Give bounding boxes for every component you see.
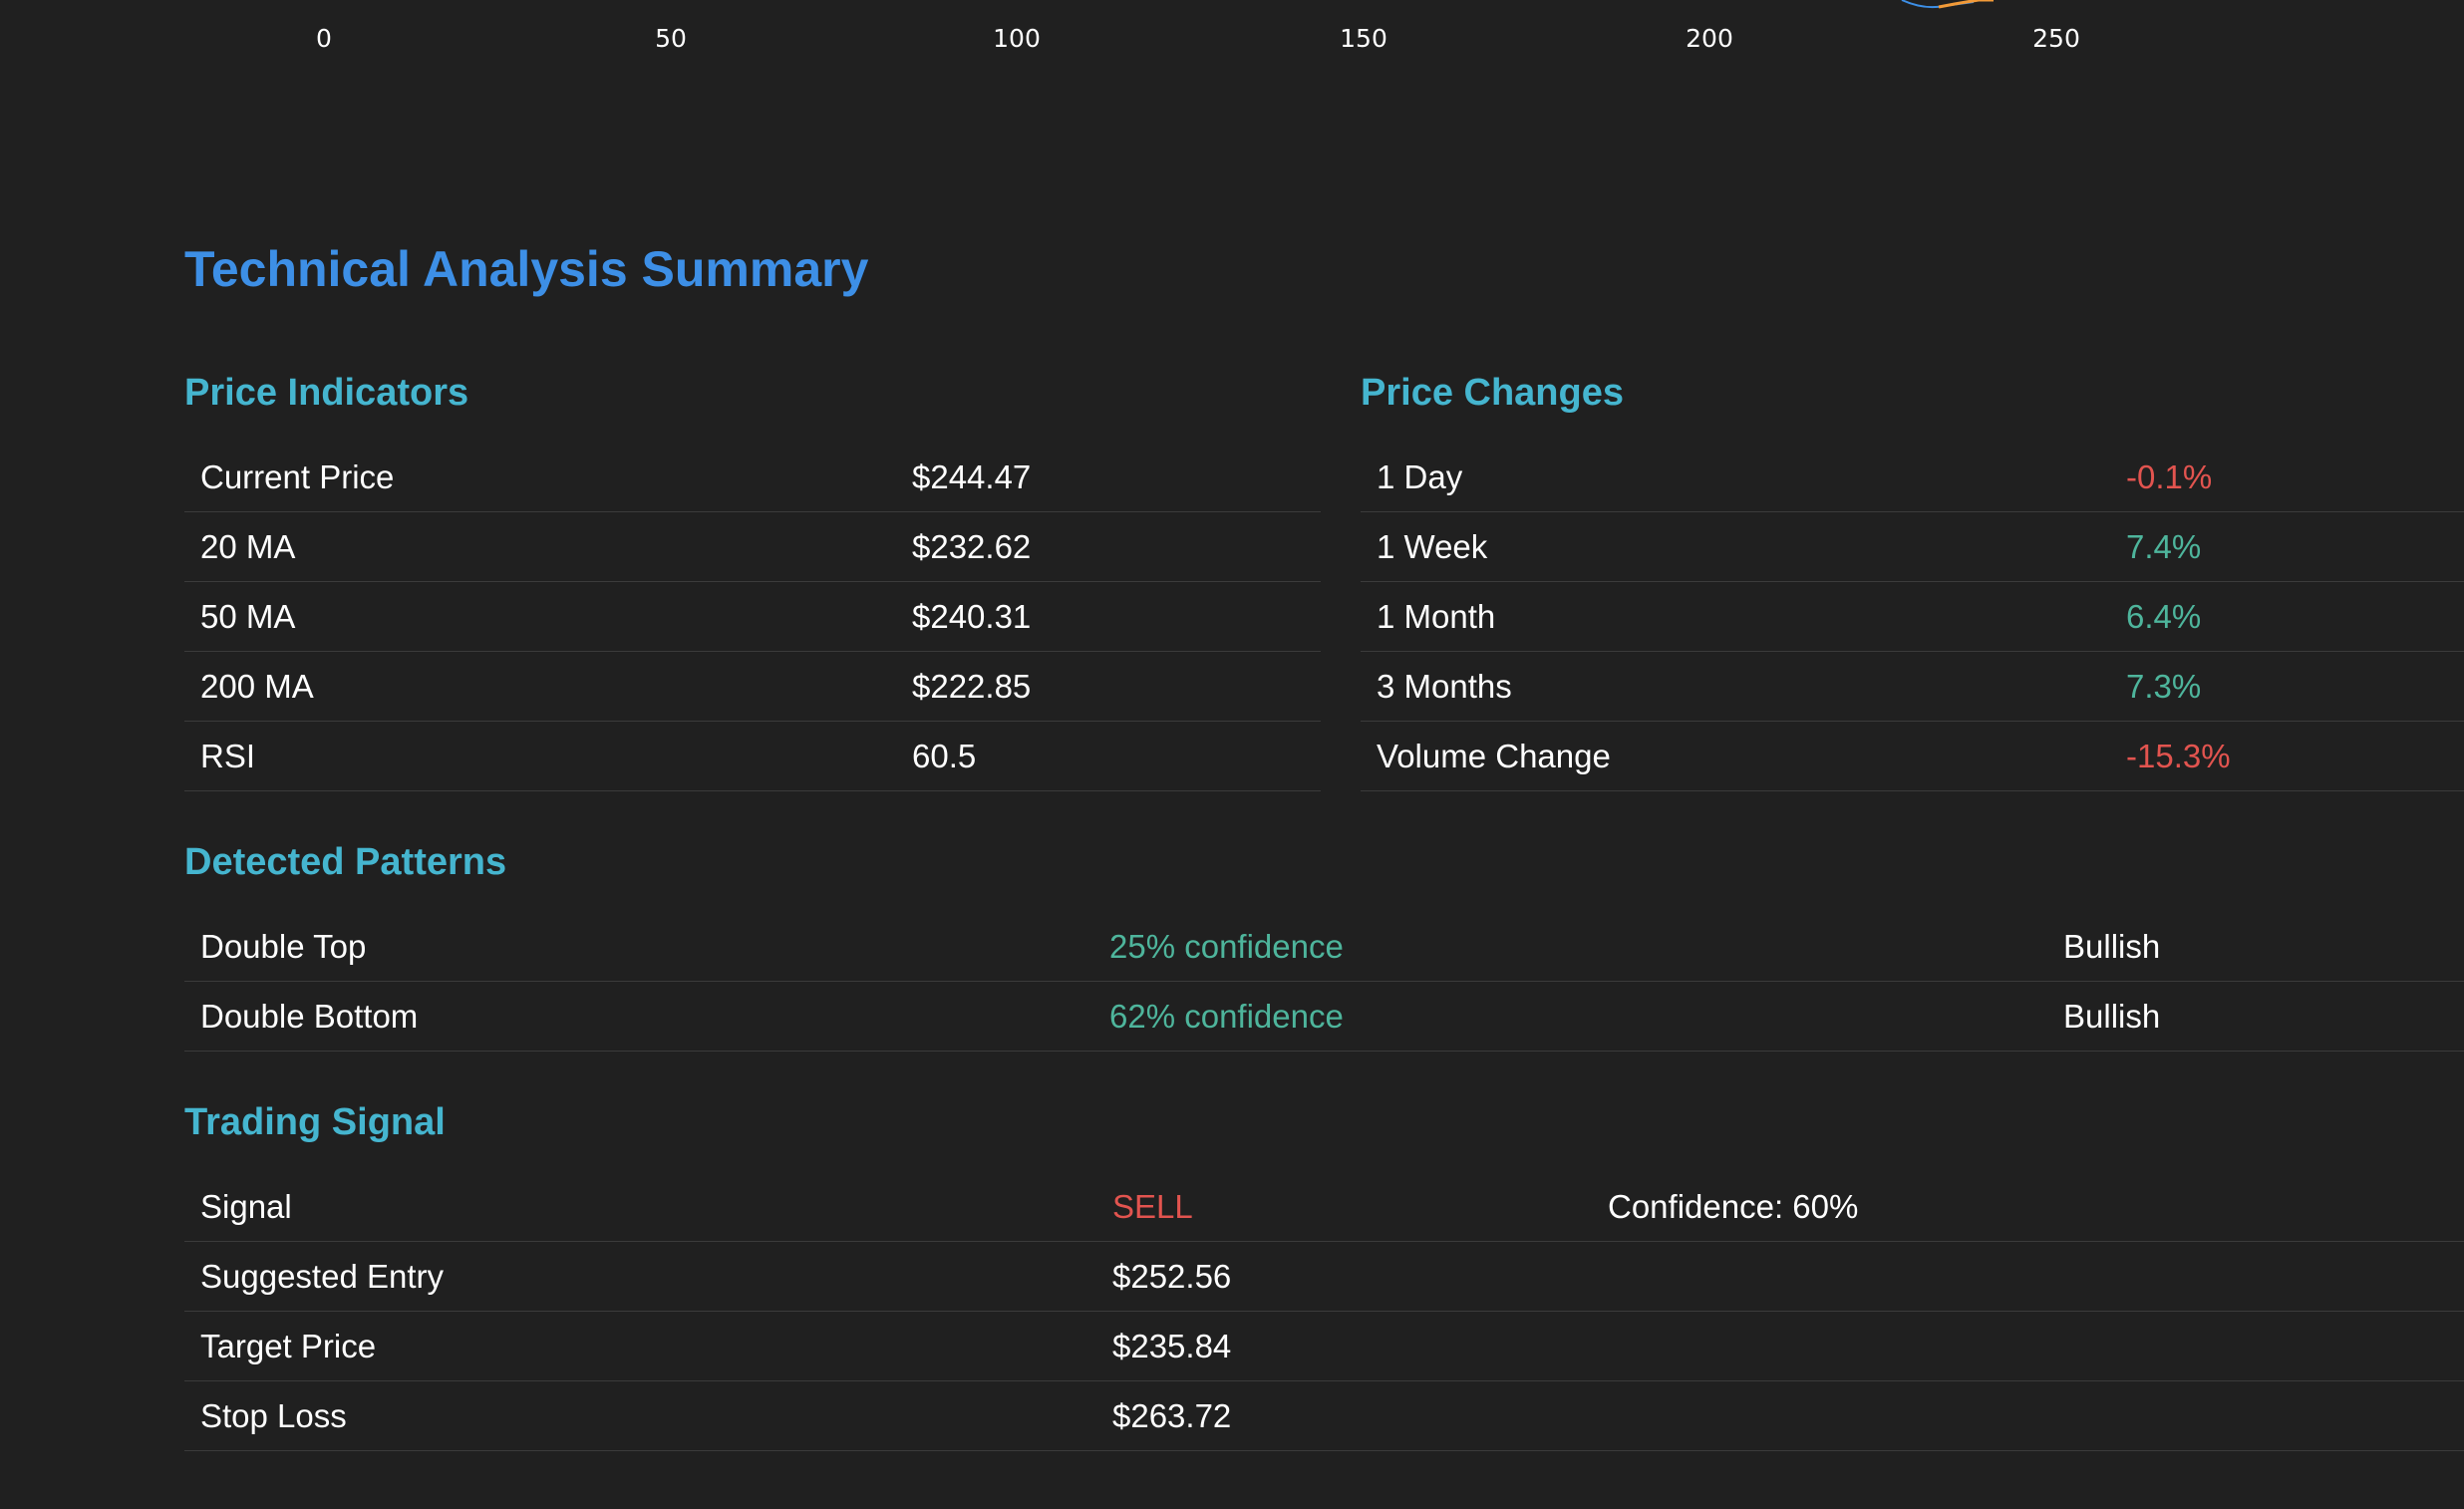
- trading-signal-title: Trading Signal: [184, 1101, 446, 1143]
- patterns-table: Double Top 25% confidence Bullish Double…: [184, 912, 2464, 1052]
- x-tick-label: 50: [655, 24, 687, 53]
- trading-signal-section: Trading Signal Signal SELL Confidence: 6…: [184, 1092, 2464, 1451]
- price-changes-table: 1 Day -0.1% 1 Week 7.4% 1 Month 6.4% 3 M…: [1361, 443, 2464, 791]
- pattern-direction: Bullish: [2047, 981, 2464, 1052]
- change-value: -0.1%: [2110, 443, 2464, 512]
- page-title: Technical Analysis Summary: [184, 241, 869, 297]
- table-row: Current Price $244.47: [184, 443, 1321, 512]
- x-tick-label: 0: [316, 24, 332, 53]
- table-row: 1 Month 6.4%: [1361, 581, 2464, 652]
- signal-row-label: Target Price: [184, 1311, 1096, 1381]
- table-row: 1 Week 7.4%: [1361, 511, 2464, 582]
- empty-cell: [1592, 1380, 2464, 1451]
- table-row: Suggested Entry $252.56: [184, 1241, 2464, 1312]
- signal-row-value: $263.72: [1096, 1380, 1592, 1451]
- empty-cell: [1592, 1311, 2464, 1381]
- indicator-label: RSI: [184, 721, 896, 791]
- signal-confidence: Confidence: 60%: [1592, 1172, 2464, 1242]
- table-row: 200 MA $222.85: [184, 651, 1321, 722]
- detected-patterns-title: Detected Patterns: [184, 841, 507, 883]
- indicator-label: Current Price: [184, 443, 896, 512]
- table-row: Signal SELL Confidence: 60%: [184, 1172, 2464, 1242]
- signal-row-label: Suggested Entry: [184, 1241, 1096, 1312]
- price-changes-section: Price Changes 1 Day -0.1% 1 Week 7.4% 1 …: [1361, 363, 2464, 791]
- pattern-confidence: 25% confidence: [1093, 912, 2047, 982]
- signal-row-value: $252.56: [1096, 1241, 1592, 1312]
- technical-summary: Technical Analysis Summary Price Indicat…: [184, 231, 2464, 1451]
- indicator-label: 200 MA: [184, 651, 896, 722]
- signal-row-label: Stop Loss: [184, 1380, 1096, 1451]
- table-row: Target Price $235.84: [184, 1311, 2464, 1381]
- price-indicators-section: Price Indicators Current Price $244.47 2…: [184, 363, 1321, 791]
- indicator-value: $240.31: [896, 581, 1321, 652]
- table-row: Volume Change -15.3%: [1361, 721, 2464, 791]
- pattern-direction: Bullish: [2047, 912, 2464, 982]
- table-row: 1 Day -0.1%: [1361, 443, 2464, 512]
- table-row: 50 MA $240.31: [184, 581, 1321, 652]
- indicator-label: 50 MA: [184, 581, 896, 652]
- x-tick-label: 100: [993, 24, 1041, 53]
- empty-cell: [1592, 1241, 2464, 1312]
- x-tick-label: 150: [1340, 24, 1387, 53]
- x-tick-label: 200: [1686, 24, 1733, 53]
- change-label: 1 Day: [1361, 443, 2110, 512]
- change-value: 7.3%: [2110, 651, 2464, 722]
- table-row: 20 MA $232.62: [184, 511, 1321, 582]
- change-label: 3 Months: [1361, 651, 2110, 722]
- trading-signal-table: Signal SELL Confidence: 60% Suggested En…: [184, 1172, 2464, 1451]
- analysis-page: 0 50 100 150 200 250 Technical Analysis …: [0, 0, 2464, 1509]
- indicator-label: 20 MA: [184, 511, 896, 582]
- signal-row-value: $235.84: [1096, 1311, 1592, 1381]
- detected-patterns-section: Detected Patterns Double Top 25% confide…: [184, 832, 2464, 1052]
- signal-value: SELL: [1096, 1172, 1592, 1242]
- change-value: 6.4%: [2110, 581, 2464, 652]
- change-value: 7.4%: [2110, 511, 2464, 582]
- indicator-value: $244.47: [896, 443, 1321, 512]
- indicator-value: $232.62: [896, 511, 1321, 582]
- table-row: Double Top 25% confidence Bullish: [184, 912, 2464, 982]
- pattern-name: Double Top: [184, 912, 1093, 982]
- price-chart-fragment: 0 50 100 150 200 250: [0, 0, 2464, 80]
- x-tick-label: 250: [2032, 24, 2080, 53]
- signal-label: Signal: [184, 1172, 1096, 1242]
- table-row: Stop Loss $263.72: [184, 1380, 2464, 1451]
- indicator-grid: Price Indicators Current Price $244.47 2…: [184, 363, 2464, 791]
- price-indicators-title: Price Indicators: [184, 372, 469, 414]
- price-chart-svg: [1901, 0, 1994, 9]
- pattern-name: Double Bottom: [184, 981, 1093, 1052]
- change-label: Volume Change: [1361, 721, 2110, 791]
- price-indicators-table: Current Price $244.47 20 MA $232.62 50 M…: [184, 443, 1321, 791]
- table-row: Double Bottom 62% confidence Bullish: [184, 981, 2464, 1052]
- table-row: RSI 60.5: [184, 721, 1321, 791]
- change-label: 1 Month: [1361, 581, 2110, 652]
- change-value: -15.3%: [2110, 721, 2464, 791]
- indicator-value: $222.85: [896, 651, 1321, 722]
- change-label: 1 Week: [1361, 511, 2110, 582]
- indicator-value: 60.5: [896, 721, 1321, 791]
- table-row: 3 Months 7.3%: [1361, 651, 2464, 722]
- price-changes-title: Price Changes: [1361, 372, 1624, 414]
- pattern-confidence: 62% confidence: [1093, 981, 2047, 1052]
